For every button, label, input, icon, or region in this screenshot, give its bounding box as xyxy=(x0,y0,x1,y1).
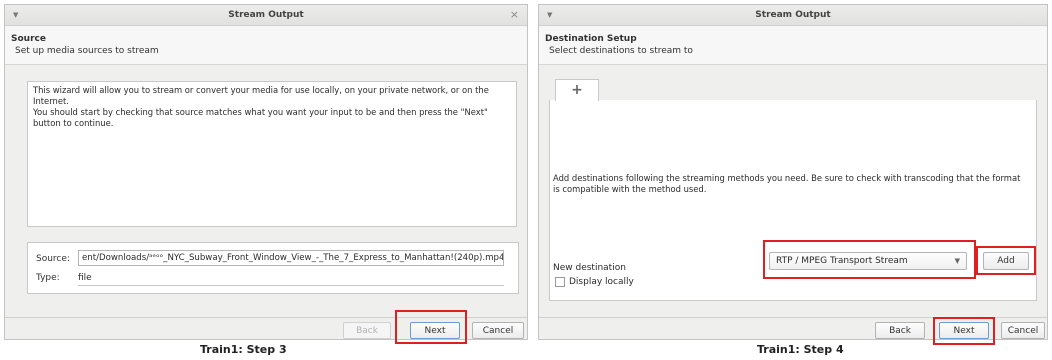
source-group: Source: ent/Downloads/ᵃᵉᵒᵒ_NYC_Subway_Fr… xyxy=(27,242,519,294)
highlight-box xyxy=(763,240,976,279)
titlebar[interactable]: ▼ Stream Output × xyxy=(5,5,527,26)
back-button[interactable]: Back xyxy=(875,322,925,339)
source-input[interactable]: ent/Downloads/ᵃᵉᵒᵒ_NYC_Subway_Front_Wind… xyxy=(78,250,504,266)
highlight-box xyxy=(933,317,995,345)
stream-output-window-destination: ▼ Stream Output Destination Setup Select… xyxy=(538,4,1048,345)
stream-output-window-source: ▼ Stream Output × Source Set up media so… xyxy=(4,4,528,344)
caption-step-3: Train1: Step 3 xyxy=(200,343,287,356)
highlight-box xyxy=(395,310,467,344)
source-label: Source: xyxy=(36,254,70,264)
type-value: file xyxy=(78,273,92,283)
chevron-down-icon[interactable]: ▼ xyxy=(13,5,18,25)
page-subtitle: Select destinations to stream to xyxy=(549,46,693,56)
highlight-box xyxy=(976,246,1036,275)
titlebar[interactable]: ▼ Stream Output xyxy=(539,5,1047,26)
page-title: Source xyxy=(11,34,46,44)
wizard-description: This wizard will allow you to stream or … xyxy=(27,81,517,227)
new-destination-label: New destination xyxy=(553,263,626,273)
display-locally-checkbox[interactable] xyxy=(555,277,565,287)
window-title: Stream Output xyxy=(755,10,831,20)
page-subtitle: Set up media sources to stream xyxy=(15,46,159,56)
wizard-header: Source Set up media sources to stream xyxy=(5,26,527,65)
wizard-header: Destination Setup Select destinations to… xyxy=(539,26,1047,65)
add-tab-plus-icon[interactable]: + xyxy=(555,79,599,101)
window-title: Stream Output xyxy=(228,10,304,20)
caption-step-4: Train1: Step 4 xyxy=(757,343,844,356)
back-button[interactable]: Back xyxy=(343,322,391,339)
wizard-text-line: This wizard will allow you to stream or … xyxy=(33,85,489,106)
destination-help-text: Add destinations following the streaming… xyxy=(553,173,1021,194)
display-locally-label: Display locally xyxy=(569,277,634,287)
type-label: Type: xyxy=(36,273,60,283)
chevron-down-icon[interactable]: ▼ xyxy=(547,5,552,25)
cancel-button[interactable]: Cancel xyxy=(472,322,524,339)
wizard-text-line: You should start by checking that source… xyxy=(33,107,488,128)
cancel-button[interactable]: Cancel xyxy=(1001,322,1045,339)
close-icon[interactable]: × xyxy=(510,5,519,25)
divider xyxy=(78,285,504,286)
page-title: Destination Setup xyxy=(545,34,637,44)
